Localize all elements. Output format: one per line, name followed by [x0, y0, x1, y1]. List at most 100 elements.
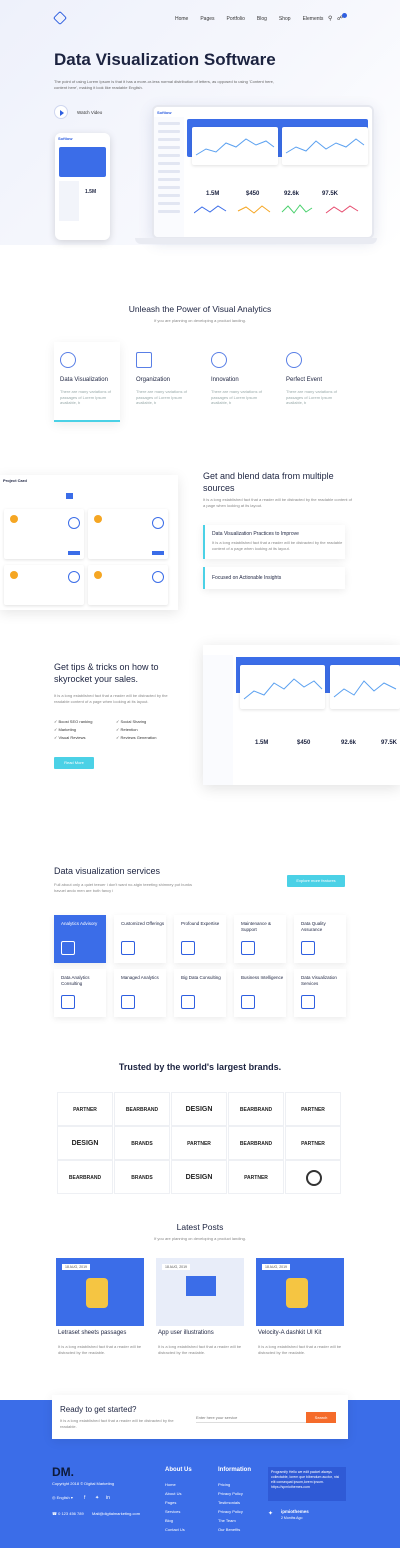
check-item: ✓ Visual Reviews — [54, 735, 86, 740]
project-board-mockup: Project Card — [0, 475, 178, 610]
feature-desc: There are many variations of passages of… — [286, 389, 337, 405]
footer-link[interactable]: Privacy Policy — [218, 1507, 243, 1516]
nav-item-elements[interactable]: Elements — [303, 16, 324, 22]
footer-link[interactable]: Services — [165, 1507, 185, 1516]
post-title[interactable]: Letraset sheets passages — [58, 1330, 126, 1336]
brand-logo: PARTNER — [228, 1160, 284, 1194]
post-excerpt: It is a long established fact that a rea… — [258, 1344, 342, 1355]
twitter-icon[interactable]: ✦ — [95, 1495, 99, 1501]
footer-link[interactable]: Our Benefits — [218, 1525, 243, 1534]
laptop-stat-4: 97.5K — [322, 191, 339, 197]
footer-link[interactable]: Testimonials — [218, 1498, 243, 1507]
post-card[interactable]: 18 AUG, 2019 App user illustrations It i… — [156, 1258, 244, 1368]
main-nav: Home Pages Portfolio Blog Shop Elements — [175, 16, 323, 22]
read-more-button[interactable]: Read More — [54, 757, 94, 769]
laptop-stat-2: $450 — [246, 191, 260, 197]
service-card[interactable]: Data Visualization Services — [294, 969, 346, 1017]
service-card[interactable]: Big Data Consulting — [174, 969, 226, 1017]
footer-link[interactable]: Pricing — [218, 1480, 243, 1489]
dashboard-mockup: 1.5M $450 92.6k 97.5K — [203, 645, 400, 785]
dashboard-sidebar — [203, 655, 233, 785]
service-search-input[interactable] — [196, 1413, 308, 1423]
play-button[interactable] — [54, 105, 68, 119]
brand-logo: PARTNER — [57, 1092, 113, 1126]
feature-card-organization[interactable]: Organization There are many variations o… — [130, 342, 196, 422]
footer-link[interactable]: Privacy Policy — [218, 1489, 243, 1498]
dashboard-chart-1 — [240, 665, 325, 709]
check-item: ✓ Boost SEO ranking — [54, 719, 93, 724]
language-select[interactable]: ◎ English ▾ — [52, 1495, 73, 1500]
explore-features-button[interactable]: Explore more features — [287, 875, 345, 887]
service-card[interactable]: Profound Expertise — [174, 915, 226, 963]
brand-logo: BRANDS — [114, 1126, 170, 1160]
footer-link[interactable]: Blog — [165, 1516, 185, 1525]
footer-link[interactable]: The Team — [218, 1516, 243, 1525]
brand-logo: PARTNER — [285, 1092, 341, 1126]
post-card[interactable]: 18 AUG, 2019 Velocity-A dashkit UI Kit I… — [256, 1258, 344, 1368]
nav-item-shop[interactable]: Shop — [279, 16, 291, 22]
laptop-base — [135, 238, 377, 244]
post-excerpt: It is a long established fact that a rea… — [58, 1344, 142, 1355]
service-card[interactable]: Analytics Advisory — [54, 915, 106, 963]
service-icon — [301, 941, 315, 955]
post-title[interactable]: Velocity-A dashkit UI Kit — [258, 1330, 321, 1336]
feature-card-data-visualization[interactable]: Data Visualization There are many variat… — [54, 342, 120, 422]
service-icon — [121, 941, 135, 955]
service-icon — [181, 995, 195, 1009]
phone-stat: 1.5M — [85, 189, 97, 195]
twitter-handle[interactable]: ipmiothemes — [281, 1509, 309, 1514]
brand-logo: PARTNER — [285, 1126, 341, 1160]
ready-title: Ready to get started? — [60, 1405, 137, 1414]
feature-name: Perfect Event — [286, 377, 323, 383]
post-card[interactable]: 18 AUG, 2019 Letraset sheets passages It… — [56, 1258, 144, 1368]
nav-item-blog[interactable]: Blog — [257, 16, 267, 22]
search-button[interactable]: Search — [306, 1412, 336, 1423]
service-card[interactable]: Maintenance & Support — [234, 915, 286, 963]
globe-icon: ◎ — [52, 1495, 56, 1500]
board-card-4 — [88, 565, 168, 605]
check-item: ✓ Social Sharing — [116, 719, 147, 724]
check-item: ✓ Reviews Generation — [116, 735, 157, 740]
feature-card-perfect-event[interactable]: Perfect Event There are many variations … — [280, 342, 346, 422]
service-card[interactable]: Data Quality Assurance — [294, 915, 346, 963]
ready-text: It is a long established fact that a rea… — [60, 1418, 174, 1429]
service-card[interactable]: Data Analytics Consulting — [54, 969, 106, 1017]
footer-link[interactable]: About Us — [165, 1489, 185, 1498]
post-title[interactable]: App user illustrations — [158, 1330, 214, 1336]
feature-card-innovation[interactable]: Innovation There are many variations of … — [205, 342, 271, 422]
dashboard-stat-4: 97.5K — [381, 740, 398, 746]
play-icon — [60, 110, 64, 116]
blend-box-1-title: Data Visualization Practices to Improve — [212, 531, 299, 537]
linkedin-icon[interactable]: in — [106, 1495, 110, 1501]
laptop-chart-1 — [192, 127, 278, 165]
blend-box-1-text: It is a long established fact that a rea… — [212, 540, 343, 551]
services-text: Full about only a quiet teeuer i don't w… — [54, 882, 192, 893]
watch-video-link[interactable]: Watch Video — [77, 110, 102, 115]
service-card[interactable]: Customized Offerings — [114, 915, 166, 963]
service-card[interactable]: Business Intelligence — [234, 969, 286, 1017]
board-title: Project Card — [3, 478, 27, 483]
footer-link[interactable]: Contact Us — [165, 1525, 185, 1534]
laptop-chart-2 — [282, 127, 368, 165]
nav-item-home[interactable]: Home — [175, 16, 188, 22]
cart-badge — [342, 13, 347, 18]
footer-mail[interactable]: Mail@digitalmarketing.com — [92, 1511, 140, 1516]
dashboard-chart-2 — [330, 665, 400, 709]
brand-logo: DESIGN — [171, 1092, 227, 1126]
footer-link[interactable]: Home — [165, 1480, 185, 1489]
organization-icon — [136, 352, 152, 368]
laptop-stat-1: 1.5M — [206, 191, 220, 197]
service-card[interactable]: Managed Analytics — [114, 969, 166, 1017]
phone-chart — [59, 147, 106, 177]
nav-item-pages[interactable]: Pages — [200, 16, 214, 22]
nav-item-portfolio[interactable]: Portfolio — [227, 16, 245, 22]
footer-link[interactable]: Pages — [165, 1498, 185, 1507]
unleash-title: Unleash the Power of Visual Analytics — [128, 304, 272, 314]
service-icon — [241, 995, 255, 1009]
brand-logo: BRANDS — [114, 1160, 170, 1194]
check-item: ✓ Marketing — [54, 727, 77, 732]
footer-logo[interactable]: DM. — [52, 1465, 74, 1479]
brand-logo: BEARBRAND — [228, 1092, 284, 1126]
search-icon[interactable]: ⚲ — [328, 15, 332, 22]
facebook-icon[interactable]: f — [84, 1495, 85, 1501]
